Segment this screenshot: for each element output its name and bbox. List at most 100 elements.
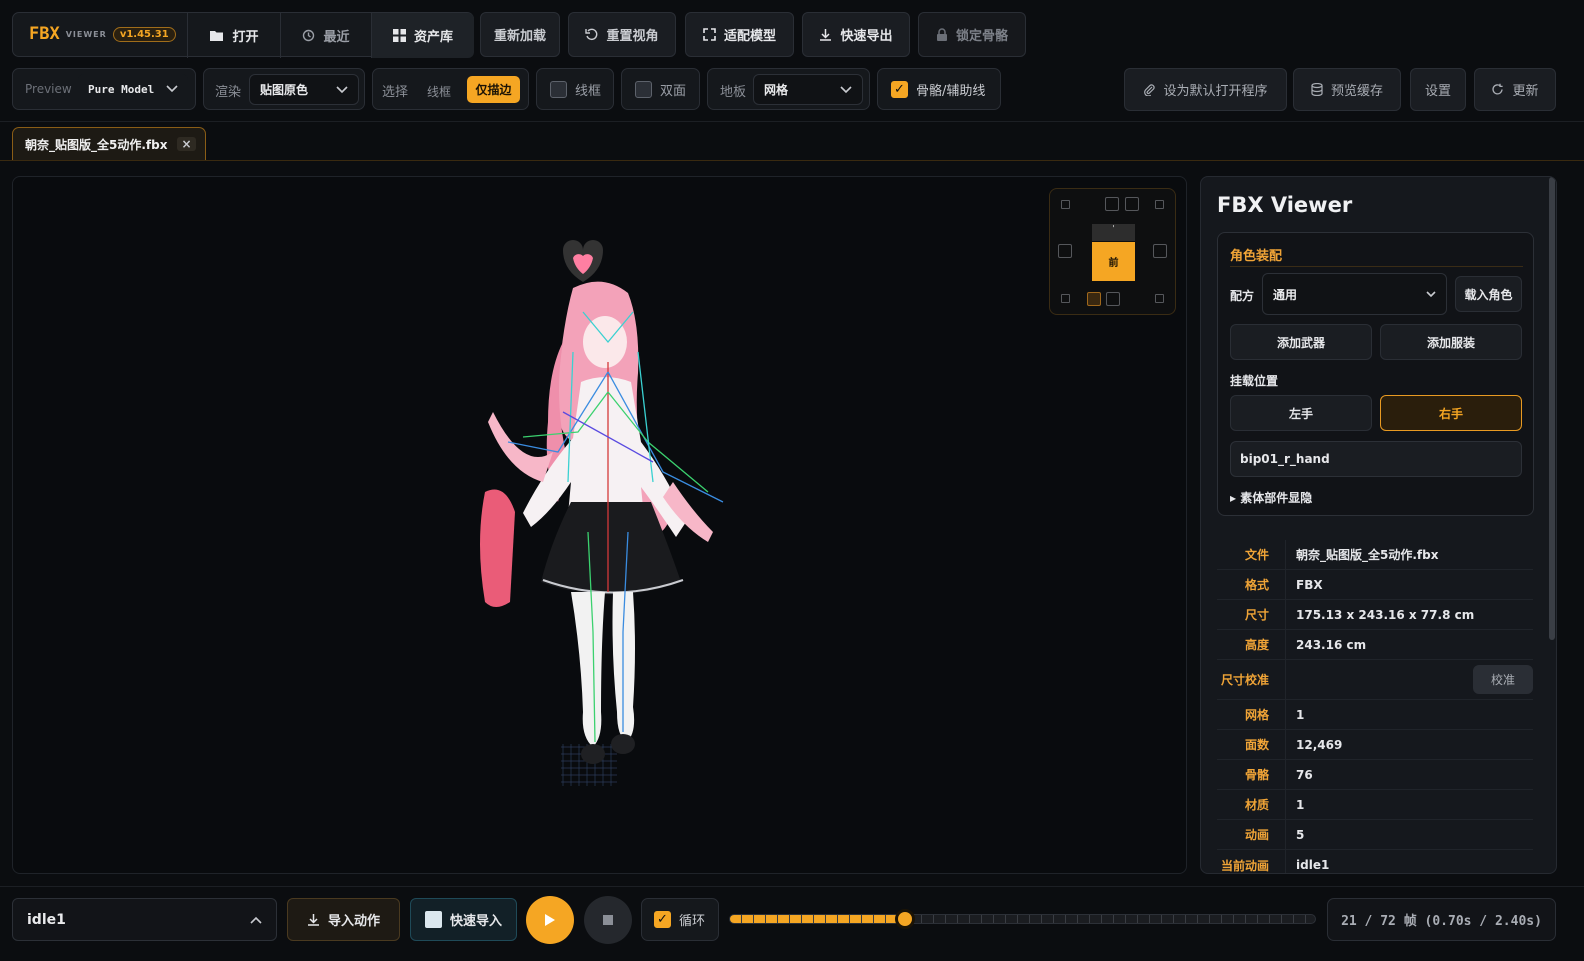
reset-view-button[interactable]: 重置视角	[568, 12, 676, 57]
chevron-down-icon	[840, 85, 852, 94]
info-row-calibrate: 尺寸校准 校准	[1217, 660, 1533, 700]
info-row-current-animation: 当前动画 idle1	[1217, 850, 1533, 873]
render-select[interactable]: 贴图原色	[249, 74, 359, 105]
quick-import-label: 快速导入	[449, 914, 502, 929]
database-icon	[1311, 83, 1323, 96]
preview-label: Preview	[25, 82, 72, 96]
gizmo-corner[interactable]	[1155, 200, 1164, 209]
double-sided-toggle[interactable]: 双面	[621, 68, 700, 110]
chevron-up-icon	[250, 916, 262, 924]
lock-icon	[936, 28, 948, 41]
info-key: 文件	[1244, 548, 1269, 562]
calibrate-label: 校准	[1490, 673, 1515, 687]
bones-helpers-checkbox[interactable]: ✓	[891, 80, 908, 98]
add-weapon-label: 添加武器	[1276, 335, 1325, 350]
stop-button[interactable]	[584, 896, 632, 944]
bones-helpers-toggle[interactable]: ✓ 骨骼/辅助线	[877, 68, 1001, 110]
gizmo-front-face[interactable]: 前	[1092, 242, 1135, 281]
loop-label: 循环	[679, 914, 706, 929]
close-icon[interactable]: ×	[177, 137, 196, 151]
gizmo-edge[interactable]	[1105, 197, 1119, 211]
lock-bones-button[interactable]: 锁定骨骼	[918, 12, 1026, 57]
info-value: 175.13 x 243.16 x 77.8 cm	[1285, 600, 1533, 629]
settings-button[interactable]: 设置	[1410, 68, 1466, 111]
tab-underline	[0, 160, 1584, 161]
preset-select[interactable]: 通用	[1262, 273, 1447, 315]
render-value: 贴图原色	[260, 83, 309, 97]
file-tab[interactable]: 朝奈_贴图版_全5动作.fbx ×	[12, 127, 206, 160]
gizmo-corner[interactable]	[1061, 200, 1070, 209]
chevron-down-icon	[336, 85, 348, 94]
gizmo-corner[interactable]	[1061, 294, 1070, 303]
select-label: 选择	[382, 85, 409, 100]
gizmo-edge[interactable]	[1125, 197, 1139, 211]
preview-cache-label: 预览缓存	[1330, 84, 1383, 99]
timeline-thumb[interactable]	[895, 909, 916, 929]
gizmo-edge[interactable]	[1106, 292, 1120, 306]
timeline-track[interactable]	[729, 914, 1316, 924]
floor-group: 地板 网格	[707, 68, 870, 110]
quick-export-button[interactable]: 快速导出	[802, 12, 910, 57]
panel-scrollbar[interactable]	[1549, 177, 1555, 640]
load-character-button[interactable]: 载入角色	[1455, 276, 1522, 312]
mount-label: 挂载位置	[1230, 374, 1279, 388]
reload-button[interactable]: 重新加载	[480, 12, 560, 57]
update-button[interactable]: 更新	[1474, 68, 1556, 111]
info-row-height: 高度 243.16 cm	[1217, 630, 1533, 660]
bone-name-value: bip01_r_hand	[1240, 452, 1330, 466]
gizmo-corner[interactable]	[1155, 294, 1164, 303]
character-model[interactable]	[463, 232, 753, 792]
fit-model-button[interactable]: 适配模型	[685, 12, 794, 57]
parts-visibility-toggle[interactable]: ▸ 素体部件显隐	[1230, 489, 1312, 506]
gizmo-edge[interactable]	[1153, 244, 1167, 258]
preview-value: Pure Model	[88, 82, 155, 96]
open-button[interactable]: 打开	[188, 13, 280, 58]
info-row-animations: 动画 5	[1217, 820, 1533, 850]
info-row-file: 文件 朝奈_贴图版_全5动作.fbx	[1217, 540, 1533, 570]
select-outline-option[interactable]: 仅描边	[467, 76, 520, 103]
add-weapon-button[interactable]: 添加武器	[1230, 324, 1372, 360]
preview-select[interactable]: Pure Model	[78, 74, 188, 104]
floor-select[interactable]: 网格	[753, 74, 863, 105]
wireframe-checkbox[interactable]	[550, 80, 567, 98]
calibrate-button[interactable]: 校准	[1473, 665, 1533, 694]
play-button[interactable]	[526, 896, 574, 944]
info-row-mesh: 网格 1	[1217, 700, 1533, 730]
left-hand-button[interactable]: 左手	[1230, 395, 1372, 431]
preview-cache-button[interactable]: 预览缓存	[1293, 68, 1401, 111]
info-row-materials: 材质 1	[1217, 790, 1533, 820]
undo-icon	[585, 28, 598, 41]
stop-icon	[603, 915, 613, 925]
import-animation-button[interactable]: 导入动作	[287, 898, 400, 941]
play-icon	[544, 913, 556, 927]
quick-import-checkbox[interactable]	[424, 911, 442, 928]
loop-toggle[interactable]: ✓ 循环	[641, 898, 719, 941]
3d-viewport[interactable]: ' 前	[12, 176, 1187, 874]
recent-button[interactable]: 最近	[281, 13, 371, 58]
refresh-icon	[1491, 83, 1504, 96]
double-sided-checkbox[interactable]	[635, 80, 652, 98]
double-sided-label: 双面	[660, 83, 687, 99]
rig-section-title: 角色装配	[1230, 249, 1283, 264]
wireframe-toggle[interactable]: 线框	[536, 68, 614, 110]
gizmo-edge[interactable]	[1087, 292, 1101, 306]
lock-bones-label: 锁定骨骼	[955, 29, 1008, 44]
fit-model-label: 适配模型	[723, 29, 776, 44]
load-character-label: 载入角色	[1464, 287, 1513, 302]
library-button[interactable]: 资产库	[372, 13, 474, 58]
loop-checkbox[interactable]: ✓	[654, 911, 671, 928]
right-hand-button[interactable]: 右手	[1380, 395, 1522, 431]
quick-import-button[interactable]: 快速导入	[410, 898, 517, 941]
floor-value: 网格	[764, 83, 789, 97]
animation-select[interactable]: idle1	[12, 898, 277, 941]
gizmo-edge[interactable]	[1058, 244, 1072, 258]
floor-label: 地板	[720, 85, 747, 100]
set-default-button[interactable]: 设为默认打开程序	[1124, 68, 1287, 111]
view-cube-gizmo[interactable]: ' 前	[1049, 188, 1176, 315]
download-icon	[819, 28, 832, 41]
bone-name-field[interactable]: bip01_r_hand	[1230, 441, 1522, 477]
version-badge: v1.45.31	[112, 26, 176, 42]
add-outfit-button[interactable]: 添加服装	[1380, 324, 1522, 360]
select-wireframe-option[interactable]: 线框	[427, 83, 451, 100]
gizmo-top-face[interactable]: '	[1092, 224, 1135, 241]
